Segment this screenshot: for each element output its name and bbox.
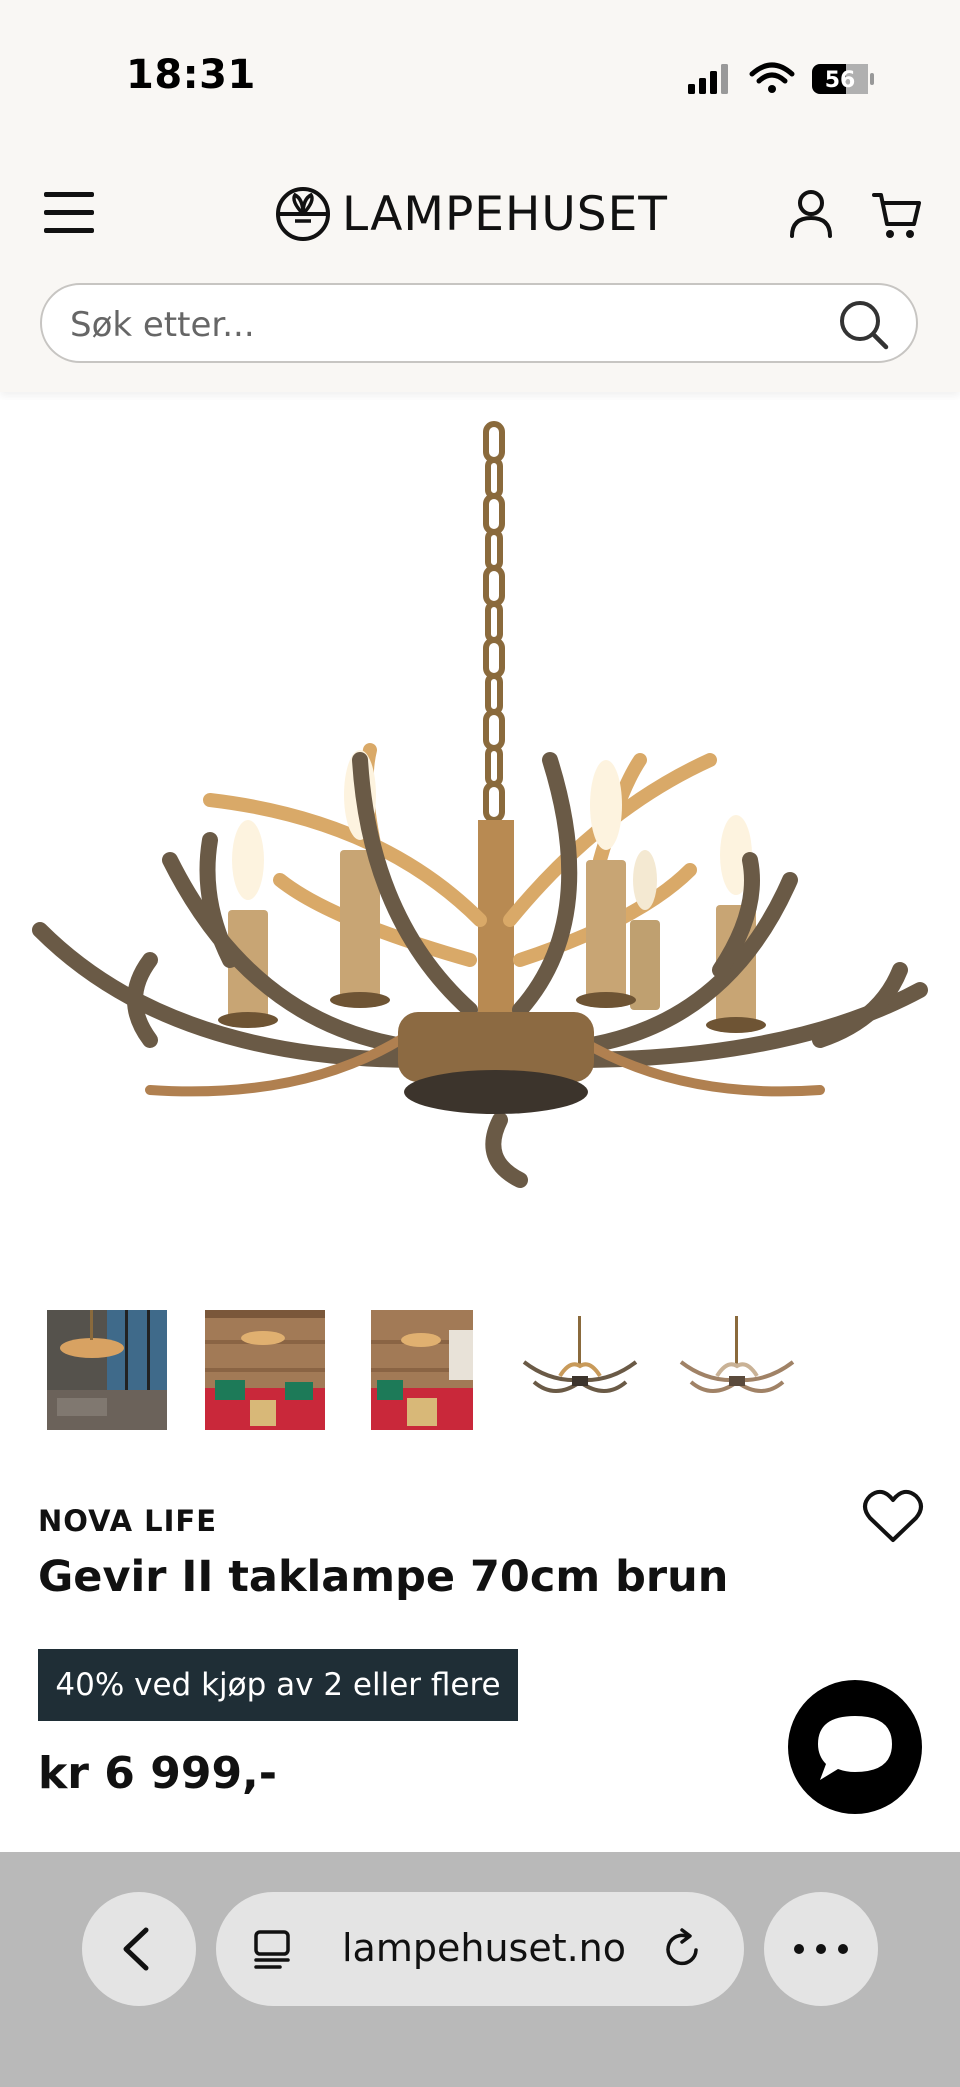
- battery-level: 56: [825, 68, 856, 93]
- logo-text: LAMPEHUSET: [342, 186, 668, 242]
- browser-toolbar: lampehuset.no: [0, 1852, 960, 2087]
- thumbnail-3[interactable]: [371, 1310, 473, 1430]
- user-icon[interactable]: [786, 188, 836, 240]
- search-input[interactable]: Søk etter...: [40, 283, 918, 363]
- more-icon: [794, 1944, 848, 1954]
- status-time: 18:31: [126, 52, 256, 98]
- product-brand[interactable]: NOVA LIFE: [38, 1504, 217, 1538]
- nav-row: LAMPEHUSET: [0, 180, 960, 250]
- status-icons: 56: [686, 58, 876, 102]
- thumbnail-2[interactable]: [205, 1310, 325, 1430]
- chat-icon[interactable]: [788, 1680, 922, 1814]
- site-logo[interactable]: LAMPEHUSET: [274, 184, 668, 244]
- search-icon[interactable]: [838, 299, 890, 351]
- thumbnail-5[interactable]: [677, 1310, 797, 1430]
- heart-icon[interactable]: [862, 1488, 924, 1546]
- thumbnail-1[interactable]: [47, 1310, 167, 1430]
- address-bar[interactable]: lampehuset.no: [216, 1892, 744, 2006]
- search-placeholder: Søk etter...: [70, 305, 255, 345]
- product-price: kr 6 999,-: [38, 1748, 278, 1799]
- thumbnail-4[interactable]: [520, 1310, 640, 1430]
- signal-wifi-battery-icon: 56: [688, 62, 874, 94]
- lampehuset-logo-icon: [276, 187, 330, 241]
- reload-icon[interactable]: [662, 1928, 704, 1970]
- cart-icon[interactable]: [872, 190, 922, 242]
- hamburger-menu-icon[interactable]: [44, 188, 100, 238]
- product-title: Gevir II taklampe 70cm brun: [38, 1552, 729, 1602]
- promo-badge: 40% ved kjøp av 2 eller flere: [38, 1649, 518, 1721]
- product-main-image[interactable]: [0, 400, 960, 1220]
- back-button[interactable]: [82, 1892, 196, 2006]
- tab-switcher-icon[interactable]: [252, 1928, 294, 1970]
- thumbnail-gallery: [0, 1310, 960, 1430]
- site-header: 18:31 56 LAMPEHUSET Søk etter...: [0, 0, 960, 392]
- chevron-left-icon: [123, 1927, 149, 1971]
- more-button[interactable]: [764, 1892, 878, 2006]
- url-text: lampehuset.no: [342, 1926, 627, 1970]
